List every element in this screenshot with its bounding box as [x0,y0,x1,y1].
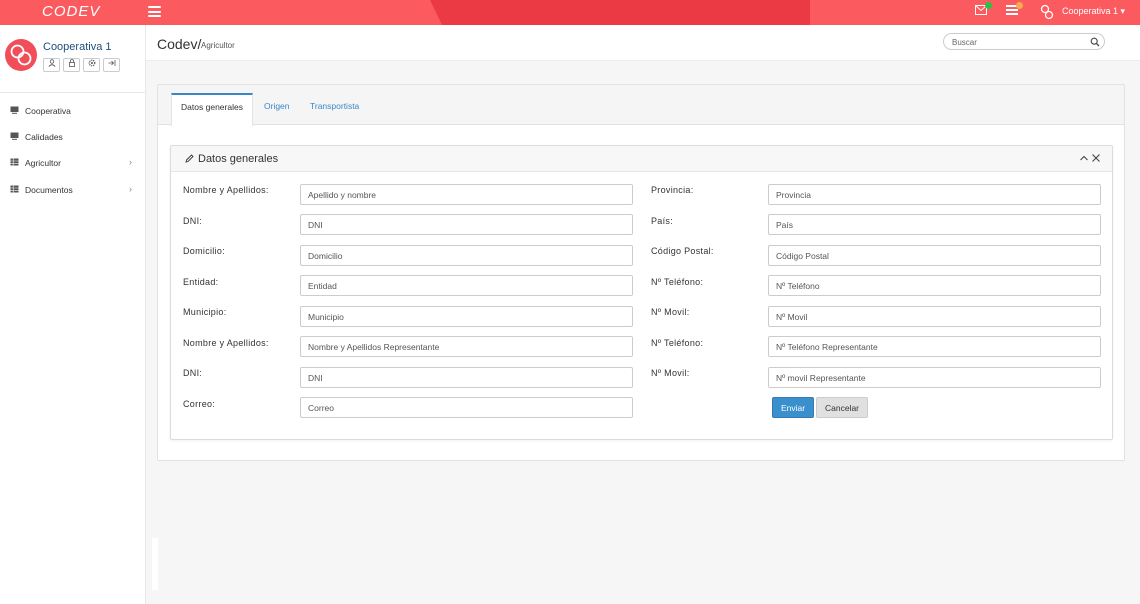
table-icon [10,185,19,193]
search-box [943,33,1105,50]
representative-dni-field[interactable] [300,367,633,388]
province-field[interactable] [768,184,1101,205]
scroll-area [152,538,158,590]
sidebar-divider [0,92,146,93]
tab-transportista[interactable]: Transportista [310,93,359,125]
profile-name[interactable]: Cooperativa 1 [43,41,112,53]
field-label: Código Postal: [651,246,714,256]
table-icon [10,158,19,166]
name-field[interactable] [300,184,633,205]
form-box-header: Datos generales [171,146,1112,172]
logout-icon[interactable] [103,58,120,72]
representative-name-field[interactable] [300,336,633,357]
postal-code-field[interactable] [768,245,1101,266]
list-icon[interactable] [1006,2,1023,19]
sidebar-item-label: Agricultor [25,158,61,168]
monitor-icon [10,132,19,140]
sidebar-item-label: Documentos [25,185,73,195]
chevron-right-icon: › [129,184,132,194]
field-label: Nº Teléfono: [651,277,704,287]
top-navbar: CODEV Cooperativa 1 ▾ [0,0,1140,25]
pencil-icon [185,154,194,163]
phone-field[interactable] [768,275,1101,296]
field-label: Nº Movil: [651,307,690,317]
sidebar-item-calidades[interactable]: Calidades [0,129,146,147]
sidebar-item-agricultor[interactable]: Agricultor › [0,155,146,173]
submit-button[interactable]: Enviar [772,397,814,418]
sidebar: Cooperativa 1 Cooperativa Calidades Agri… [0,25,146,604]
mobile-field[interactable] [768,306,1101,327]
field-label: Correo: [183,399,216,409]
gear-icon[interactable] [83,58,100,72]
field-label: Municipio: [183,307,227,317]
representative-mobile-field[interactable] [768,367,1101,388]
avatar[interactable] [5,39,37,71]
form-box: Datos generales Nombre y Apellidos: DNI:… [170,145,1113,440]
navbar-accent-band [430,0,810,25]
field-label: País: [651,216,674,226]
field-label: Nombre y Apellidos: [183,185,269,195]
brand-logo-icon [1040,4,1054,20]
lock-icon[interactable] [63,58,80,72]
sidebar-item-label: Cooperativa [25,106,71,116]
tab-datos-generales[interactable]: Datos generales [171,93,253,126]
breadcrumb-current: Agricultor [201,41,235,50]
representative-phone-field[interactable] [768,336,1101,357]
email-field[interactable] [300,397,633,418]
chevron-right-icon: › [129,157,132,167]
search-input[interactable] [952,36,1082,48]
address-field[interactable] [300,245,633,266]
field-label: Nombre y Apellidos: [183,338,269,348]
field-label: DNI: [183,216,203,226]
field-label: Nº Teléfono: [651,338,704,348]
mail-icon[interactable] [975,2,992,19]
cancel-button[interactable]: Cancelar [816,397,868,418]
tab-origen[interactable]: Origen [264,93,290,125]
monitor-icon [10,106,19,114]
sidebar-item-documentos[interactable]: Documentos › [0,182,146,200]
sidebar-item-label: Calidades [25,132,63,142]
municipality-field[interactable] [300,306,633,327]
country-field[interactable] [768,214,1101,235]
field-label: Entidad: [183,277,219,287]
page-header: Codev/ Agricultor [146,25,1140,61]
search-icon[interactable] [1090,37,1100,47]
close-icon[interactable] [1091,153,1101,163]
dni-field[interactable] [300,214,633,235]
entity-field[interactable] [300,275,633,296]
field-label: Provincia: [651,185,694,195]
menu-icon[interactable] [148,6,161,17]
user-icon[interactable] [43,58,60,72]
tab-bar: Datos generales Origen Transportista [158,85,1124,126]
tasks-badge [1016,2,1023,9]
field-label: Nº Movil: [651,368,690,378]
form-title: Datos generales [198,153,279,165]
user-menu[interactable]: Cooperativa 1 ▾ [1062,6,1125,17]
content-panel: Datos generales Origen Transportista Dat… [157,84,1125,461]
chevron-up-icon[interactable] [1079,153,1089,163]
app-logo[interactable]: CODEV [42,3,100,20]
breadcrumb-root[interactable]: Codev/ [157,36,201,52]
sidebar-item-cooperativa[interactable]: Cooperativa [0,103,146,121]
mail-badge [985,2,992,9]
field-label: Domicilio: [183,246,226,256]
field-label: DNI: [183,368,203,378]
